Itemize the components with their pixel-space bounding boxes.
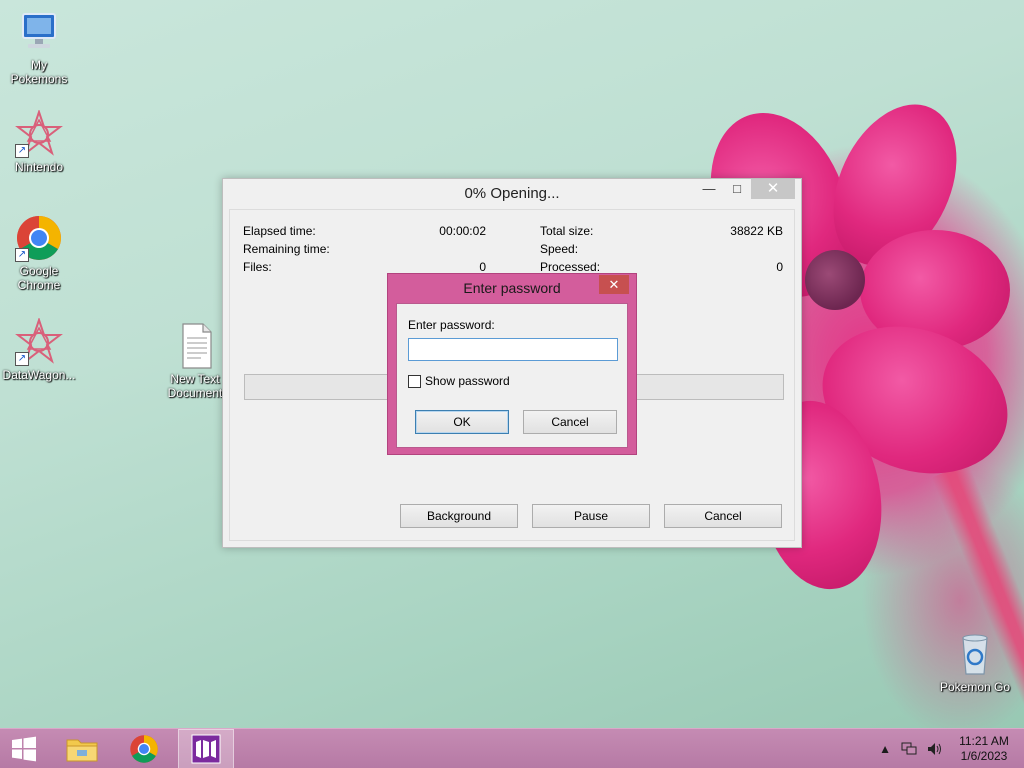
shortcut-arrow-icon: ↗ xyxy=(15,144,29,158)
minimize-button[interactable]: — xyxy=(695,179,723,199)
dialog-body: Enter password: Show password OK Cancel xyxy=(396,303,628,448)
chrome-icon: ↗ xyxy=(15,214,63,262)
clock[interactable]: 11:21 AM 1/6/2023 xyxy=(948,734,1020,764)
elapsed-time-label: Elapsed time: xyxy=(243,224,316,238)
archive-app-icon xyxy=(191,734,221,764)
close-icon: ✕ xyxy=(766,180,780,197)
desktop-icon-label: My Pokemons xyxy=(10,58,68,86)
volume-icon[interactable] xyxy=(927,742,943,756)
password-input[interactable] xyxy=(408,338,618,361)
desktop-icon-pokemon-go[interactable]: Pokemon Go xyxy=(937,630,1013,694)
wallpaper-flower-center xyxy=(805,250,865,310)
remaining-time-label: Remaining time: xyxy=(243,242,330,256)
background-button[interactable]: Background xyxy=(400,504,518,528)
minimize-icon: — xyxy=(702,181,716,196)
taskbar-file-explorer[interactable] xyxy=(54,729,110,768)
window-title: 0% Opening... xyxy=(464,185,560,202)
total-size-label: Total size: xyxy=(540,224,594,238)
close-button[interactable]: ✕ xyxy=(751,179,795,199)
taskbar-chrome[interactable] xyxy=(116,729,172,768)
password-field-label: Enter password: xyxy=(408,318,495,332)
clock-date: 1/6/2023 xyxy=(960,749,1008,763)
desktop-icon-label: Google Chrome xyxy=(17,264,61,292)
desktop-icon-datawagon[interactable]: ↗ DataWagon... xyxy=(1,316,77,382)
processed-value: 0 xyxy=(776,260,783,274)
total-size-value: 38822 KB xyxy=(730,224,783,238)
show-password-row[interactable]: Show password xyxy=(408,374,510,388)
dialog-title: Enter password xyxy=(463,280,561,296)
shortcut-arrow-icon: ↗ xyxy=(15,352,29,366)
start-button[interactable] xyxy=(0,729,48,768)
windows-logo-icon xyxy=(12,736,36,762)
elapsed-time-value: 00:00:02 xyxy=(439,224,486,238)
computer-icon xyxy=(15,8,63,56)
show-hidden-icons-arrow-icon[interactable]: ▲ xyxy=(879,742,891,756)
dialog-title-bar[interactable]: Enter password ✕ xyxy=(388,274,636,302)
folder-icon xyxy=(66,739,98,762)
maximize-icon: □ xyxy=(733,181,741,196)
taskbar-archiver-active[interactable] xyxy=(178,729,234,768)
dialog-cancel-button[interactable]: Cancel xyxy=(523,410,617,434)
chrome-icon xyxy=(130,735,158,763)
window-title-bar[interactable]: 0% Opening... — □ ✕ xyxy=(223,179,801,209)
desktop-icon-label: Pokemon Go xyxy=(939,680,1011,694)
show-password-checkbox[interactable] xyxy=(408,374,421,388)
close-icon: ✕ xyxy=(608,277,620,292)
desktop-icon-nintendo[interactable]: ↗ Nintendo xyxy=(1,108,77,174)
maximize-button[interactable]: □ xyxy=(723,179,751,199)
desktop-icon-google-chrome[interactable]: ↗ Google Chrome xyxy=(1,214,77,292)
processed-label: Processed: xyxy=(540,260,601,274)
network-icon[interactable] xyxy=(901,742,917,756)
files-label: Files: xyxy=(243,260,272,274)
recycle-bin-icon xyxy=(951,630,999,678)
cancel-extraction-button[interactable]: Cancel xyxy=(664,504,782,528)
taskbar: ▲ 11:21 AM 1/6/2023 xyxy=(0,728,1024,768)
star-app-icon: ↗ xyxy=(15,108,63,158)
desktop-icon-label: Nintendo xyxy=(14,160,64,174)
wallpaper-flower-stem xyxy=(931,462,1024,738)
desktop-icon-label: DataWagon... xyxy=(2,368,76,382)
clock-time: 11:21 AM xyxy=(959,734,1009,748)
shortcut-arrow-icon: ↗ xyxy=(15,248,29,262)
ok-button[interactable]: OK xyxy=(415,410,509,434)
show-password-label[interactable]: Show password xyxy=(425,374,510,388)
files-value: 0 xyxy=(479,260,486,274)
speed-label: Speed: xyxy=(540,242,579,256)
window-controls: — □ ✕ xyxy=(695,179,795,201)
star-app-icon: ↗ xyxy=(15,316,63,366)
text-document-icon xyxy=(171,322,219,370)
desktop-icon-my-pokemons[interactable]: My Pokemons xyxy=(1,8,77,86)
pause-button[interactable]: Pause xyxy=(532,504,650,528)
enter-password-dialog: Enter password ✕ Enter password: Show pa… xyxy=(387,273,637,455)
system-tray: ▲ 11:21 AM 1/6/2023 xyxy=(874,729,1024,768)
dialog-close-button[interactable]: ✕ xyxy=(599,275,629,294)
